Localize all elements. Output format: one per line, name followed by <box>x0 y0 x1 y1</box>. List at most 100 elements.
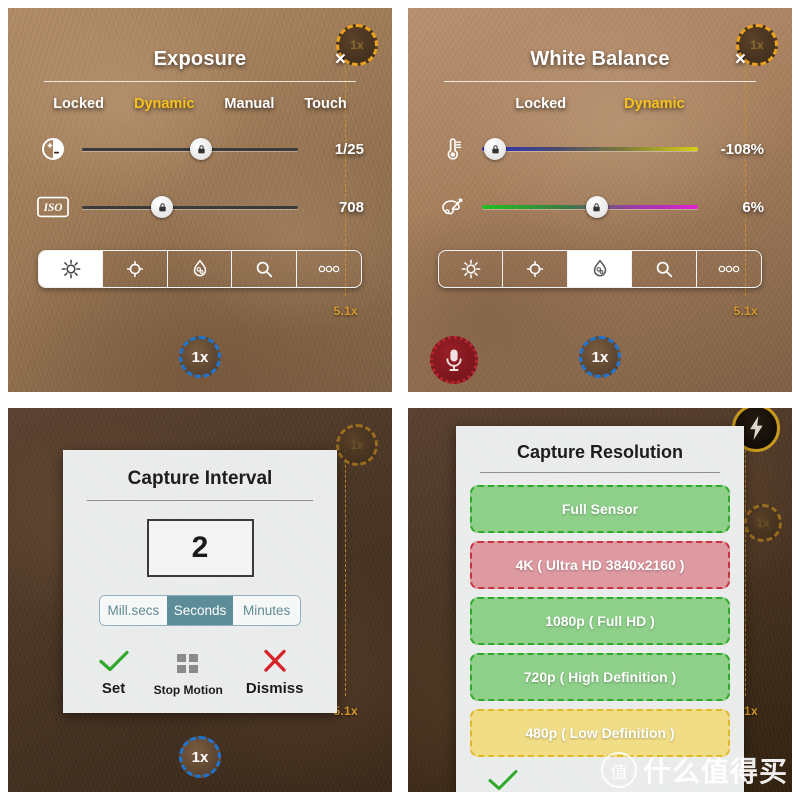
bottom-zoom-badge-label: 1x <box>191 748 209 766</box>
lock-icon <box>491 144 499 153</box>
zoom-guide-label: 5.1x <box>333 704 358 718</box>
white-balance-header: White Balance × <box>436 48 764 79</box>
microphone-button[interactable] <box>430 336 478 384</box>
white-balance-droplet-icon <box>193 259 206 277</box>
corner-zoom-badge-label: 1x <box>350 438 364 452</box>
header-divider <box>44 81 356 82</box>
temperature-slider[interactable] <box>482 138 698 160</box>
set-button[interactable]: Set <box>97 648 131 697</box>
magnifier-icon <box>256 261 273 278</box>
bottom-zoom-badge[interactable]: 1x <box>579 336 621 378</box>
tab-dynamic[interactable]: Dynamic <box>134 96 194 112</box>
panel-exposure: 5.1x 1x Exposure × Locked Dynamic Manual… <box>0 0 400 400</box>
dismiss-button[interactable]: Dismiss <box>245 648 304 697</box>
iso-slider-row: ISO 708 <box>36 192 364 222</box>
focus-target-icon <box>126 260 144 278</box>
tool-more[interactable] <box>697 251 761 287</box>
zoom-guide-line <box>345 450 346 696</box>
checkmark-icon <box>98 650 129 672</box>
resolution-option-1080p[interactable]: 1080p ( Full HD ) <box>470 597 730 645</box>
more-options-icon <box>318 265 340 273</box>
corner-zoom-badge[interactable]: 1x <box>336 424 378 466</box>
tab-locked[interactable]: Locked <box>515 96 566 112</box>
corner-zoom-badge-label: 1x <box>756 516 770 530</box>
tool-zoom[interactable] <box>232 251 297 287</box>
brightness-sun-icon <box>61 259 81 279</box>
bottom-zoom-badge-label: 1x <box>191 348 209 366</box>
dismiss-button-label: Dismiss <box>245 680 304 697</box>
lock-icon <box>593 202 600 211</box>
tab-dynamic[interactable]: Dynamic <box>624 96 684 112</box>
tool-brightness[interactable] <box>439 251 504 287</box>
exposure-mode-tabs: Locked Dynamic Manual Touch <box>36 96 364 112</box>
checkmark-icon <box>488 770 518 790</box>
header-divider <box>444 81 756 82</box>
iso-icon: ISO <box>36 192 70 222</box>
screenshot-grid: 5.1x 1x Exposure × Locked Dynamic Manual… <box>0 0 800 800</box>
capture-resolution-dialog: Capture Resolution Full Sensor 4K ( Ultr… <box>456 426 744 792</box>
white-balance-control-overlay: White Balance × Locked Dynamic -108% 6% <box>408 48 792 288</box>
tab-locked[interactable]: Locked <box>53 96 104 112</box>
zoom-guide-line <box>745 450 746 696</box>
unit-seconds[interactable]: Seconds <box>166 596 234 625</box>
exposure-compensation-icon <box>36 134 70 164</box>
flash-icon <box>750 416 763 440</box>
resolution-confirm-button[interactable] <box>470 765 730 792</box>
stop-motion-button[interactable]: Stop Motion <box>154 651 223 697</box>
cross-icon <box>263 649 286 672</box>
temperature-slider-row: -108% <box>436 134 764 164</box>
tab-touch[interactable]: Touch <box>304 96 346 112</box>
microphone-icon <box>446 349 462 371</box>
close-icon[interactable]: × <box>735 48 746 72</box>
grid-squares-icon <box>177 654 199 673</box>
iso-slider-knob[interactable] <box>151 196 174 218</box>
exposure-header: Exposure × <box>36 48 364 79</box>
camera-toolbar <box>438 250 762 288</box>
bottom-zoom-badge[interactable]: 1x <box>179 736 221 778</box>
page-title: Exposure <box>153 48 247 70</box>
magnifier-icon <box>656 261 673 278</box>
tool-brightness[interactable] <box>39 251 104 287</box>
tab-manual[interactable]: Manual <box>224 96 274 112</box>
resolution-option-full-sensor[interactable]: Full Sensor <box>470 485 730 533</box>
tool-focus[interactable] <box>103 251 168 287</box>
shutter-slider-row: 1/25 <box>36 134 364 164</box>
iso-slider-track <box>82 205 298 209</box>
tool-white-balance[interactable] <box>567 251 633 287</box>
tool-white-balance[interactable] <box>168 251 233 287</box>
resolution-option-480p[interactable]: 480p ( Low Definition ) <box>470 709 730 757</box>
tool-focus[interactable] <box>503 251 568 287</box>
shutter-value: 1/25 <box>334 140 364 158</box>
unit-minutes[interactable]: Minutes <box>233 596 300 625</box>
dialog-title: Capture Interval <box>127 468 273 489</box>
tint-slider-knob[interactable] <box>585 196 608 218</box>
resolution-option-label: 4K ( Ultra HD 3840x2160 ) <box>515 557 685 573</box>
white-balance-mode-tabs: Locked Dynamic <box>436 96 764 112</box>
tint-slider[interactable] <box>482 196 698 218</box>
temperature-slider-knob[interactable] <box>484 138 507 160</box>
shutter-slider-knob[interactable] <box>190 138 212 160</box>
resolution-option-4k[interactable]: 4K ( Ultra HD 3840x2160 ) <box>470 541 730 589</box>
iso-slider[interactable] <box>82 196 298 218</box>
dialog-title: Capture Resolution <box>516 442 683 462</box>
tint-value: 6% <box>742 198 764 216</box>
dialog-divider <box>87 500 313 501</box>
corner-zoom-badge[interactable]: 1x <box>744 504 782 542</box>
resolution-option-720p[interactable]: 720p ( High Definition ) <box>470 653 730 701</box>
iso-value: 708 <box>338 198 364 216</box>
tool-more[interactable] <box>297 251 361 287</box>
svg-text:ISO: ISO <box>43 202 63 214</box>
interval-value-input[interactable]: 2 <box>146 519 254 577</box>
shutter-slider[interactable] <box>82 138 298 160</box>
panel-white-balance: 5.1x 1x White Balance × Locked Dynamic -… <box>400 0 800 400</box>
exposure-control-overlay: Exposure × Locked Dynamic Manual Touch 1… <box>8 48 392 288</box>
panel-capture-interval: 5.1x 1x Capture Interval 2 Mill.secs Sec… <box>0 400 400 800</box>
tint-palette-icon <box>436 192 470 222</box>
stop-motion-button-label: Stop Motion <box>153 683 223 697</box>
bottom-zoom-badge[interactable]: 1x <box>179 336 221 378</box>
interval-unit-selector: Mill.secs Seconds Minutes <box>99 595 301 626</box>
unit-millisecs[interactable]: Mill.secs <box>100 596 167 625</box>
tool-zoom[interactable] <box>632 251 697 287</box>
resolution-option-label: 720p ( High Definition ) <box>523 669 677 685</box>
close-icon[interactable]: × <box>335 48 346 72</box>
